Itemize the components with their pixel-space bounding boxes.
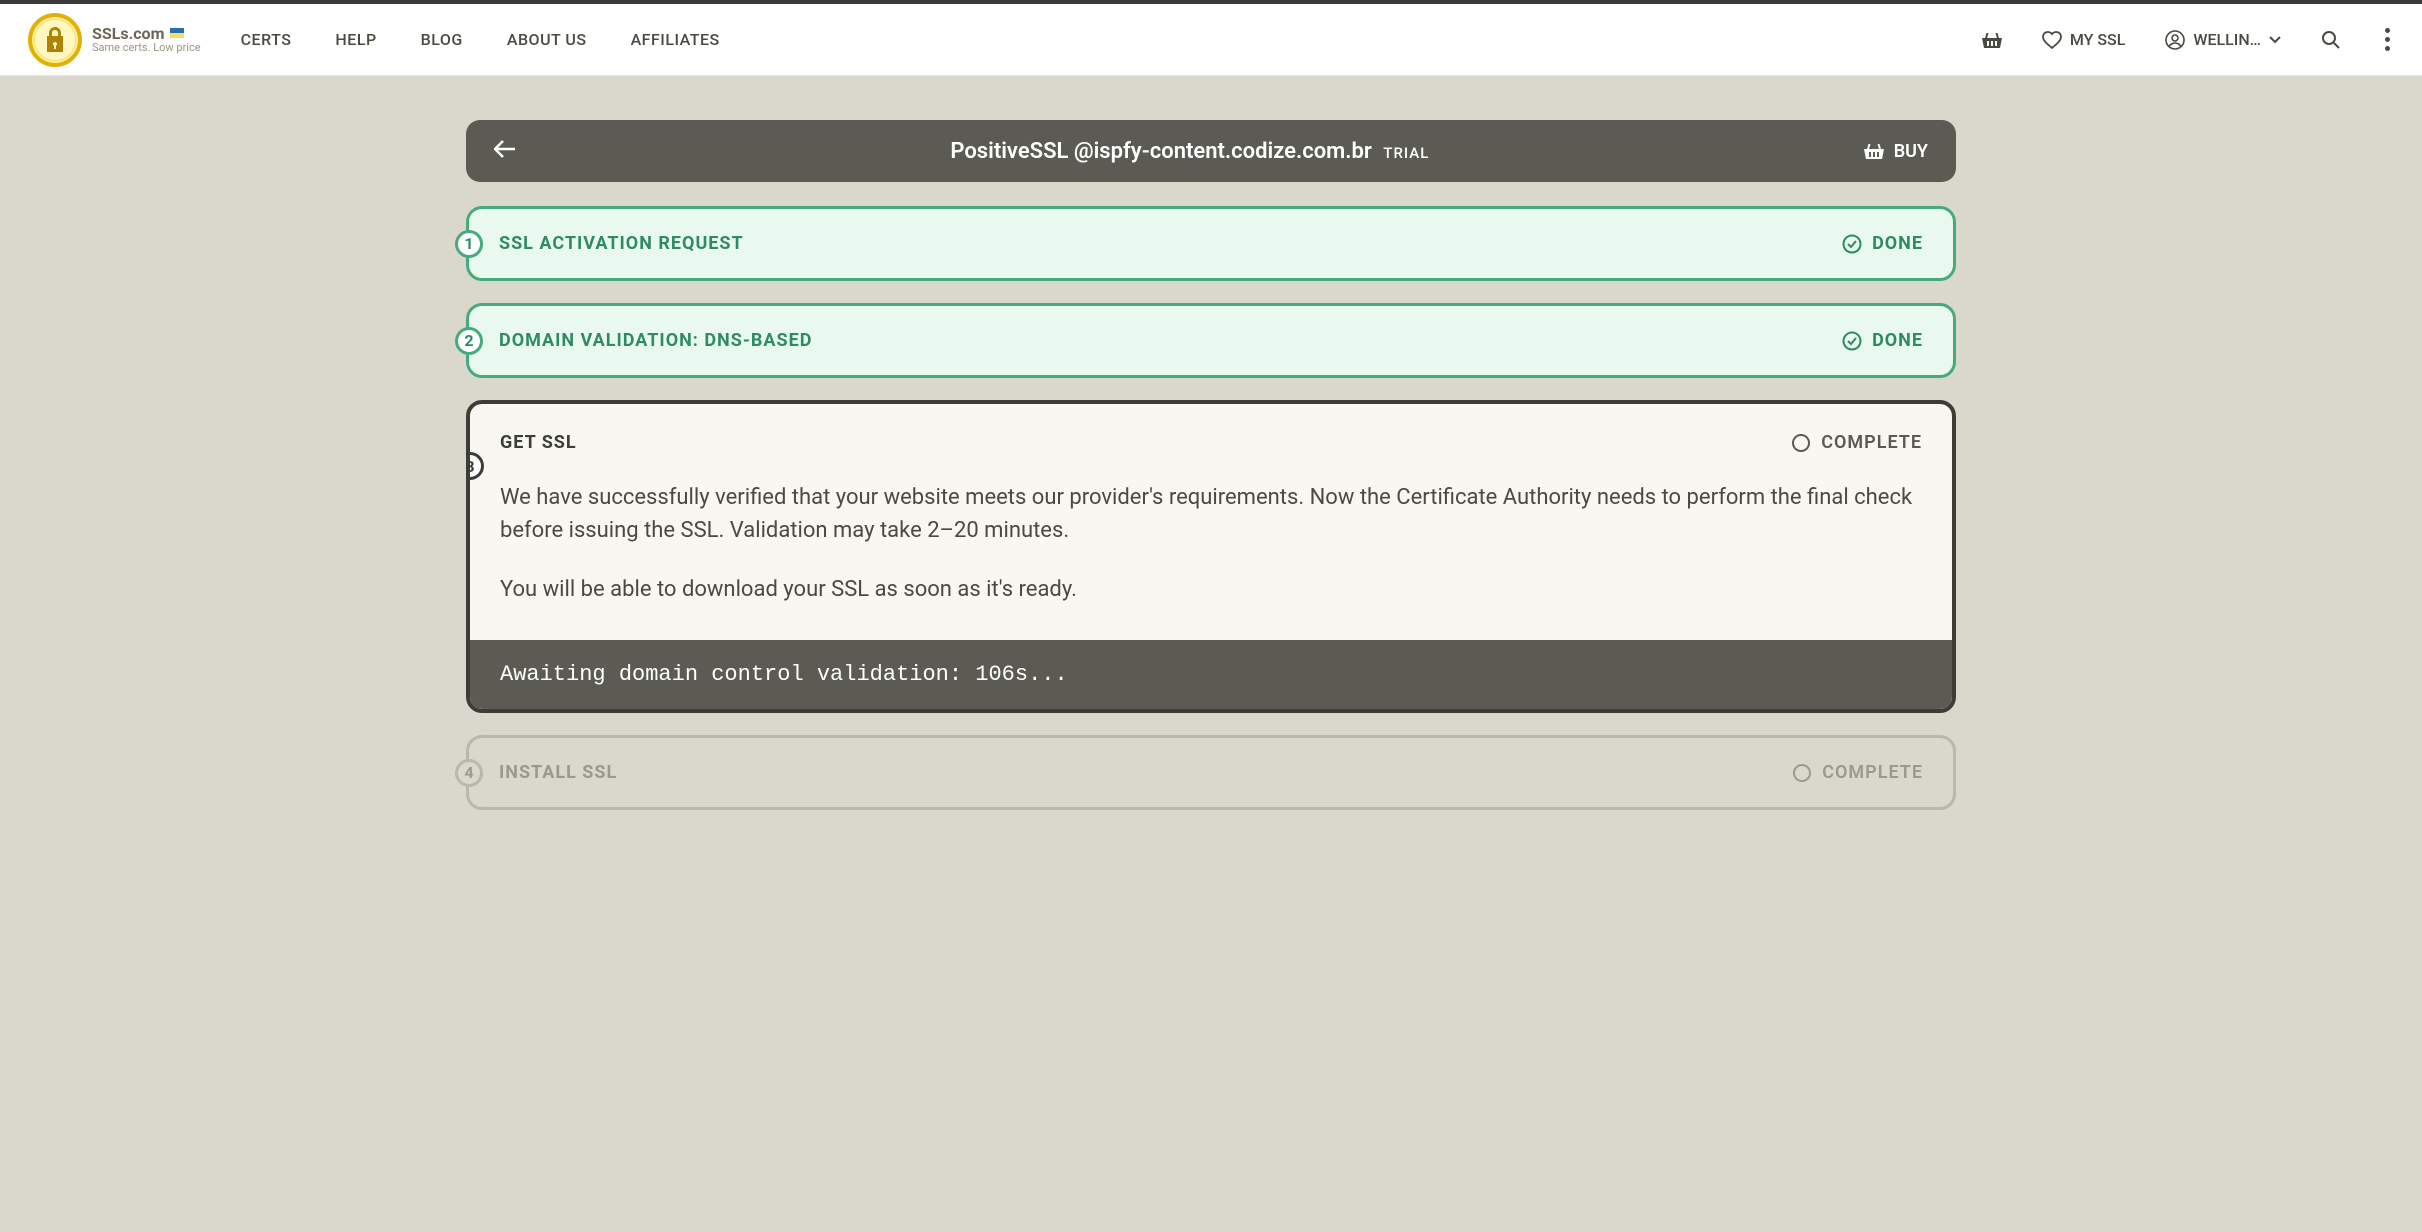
step-status: COMPLETE	[1791, 432, 1922, 453]
nav-help[interactable]: HELP	[335, 30, 376, 49]
ukraine-flag-icon	[170, 28, 184, 38]
username-label: WELLIN…	[2193, 30, 2261, 49]
step-status: COMPLETE	[1792, 762, 1923, 783]
buy-label: BUY	[1894, 141, 1928, 162]
circle-icon	[1792, 763, 1812, 783]
title-product-domain: PositiveSSL @ispfy-content.codize.com.br	[950, 139, 1371, 164]
step-status: DONE	[1842, 330, 1923, 351]
user-menu[interactable]: WELLIN…	[2165, 30, 2281, 50]
logo[interactable]: SSLs.com Same certs. Low price	[28, 13, 201, 67]
arrow-left-icon	[494, 140, 516, 158]
search-icon	[2321, 30, 2341, 50]
more-menu[interactable]	[2381, 24, 2394, 55]
main-nav: CERTS HELP BLOG ABOUT US AFFILIATES	[241, 30, 720, 49]
step-number: 1	[455, 230, 483, 258]
trial-badge: TRIAL	[1383, 144, 1429, 162]
status-text: COMPLETE	[1822, 762, 1923, 783]
step-4: 4 INSTALL SSL COMPLETE	[466, 735, 1956, 810]
step-number: 2	[455, 327, 483, 355]
brand-title: SSLs.com	[92, 25, 164, 43]
nav-certs[interactable]: CERTS	[241, 30, 292, 49]
user-circle-icon	[2165, 30, 2185, 50]
brand-subtitle: Same certs. Low price	[92, 42, 201, 54]
lock-coin-icon	[28, 13, 82, 67]
kebab-icon	[2381, 24, 2394, 55]
step-1[interactable]: 1 SSL ACTIVATION REQUEST DONE	[466, 206, 1956, 281]
cart-button[interactable]	[1982, 31, 2002, 49]
circle-icon	[1791, 433, 1811, 453]
info-text-2: You will be able to download your SSL as…	[500, 573, 1922, 606]
myssl-link[interactable]: MY SSL	[2042, 30, 2126, 49]
basket-icon	[1864, 142, 1884, 160]
search-button[interactable]	[2321, 30, 2341, 50]
validation-status: Awaiting domain control validation: 106s…	[470, 640, 1952, 709]
main-header: SSLs.com Same certs. Low price CERTS HEL…	[0, 4, 2422, 76]
info-text-1: We have successfully verified that your …	[500, 481, 1922, 547]
check-circle-icon	[1842, 331, 1862, 351]
check-circle-icon	[1842, 234, 1862, 254]
buy-button[interactable]: BUY	[1864, 141, 1928, 162]
status-text: COMPLETE	[1821, 432, 1922, 453]
step-3: 3 GET SSL COMPLETE We have successfully …	[466, 400, 1956, 713]
step-number: 4	[455, 759, 483, 787]
page-titlebar: PositiveSSL @ispfy-content.codize.com.br…	[466, 120, 1956, 182]
status-text: DONE	[1872, 330, 1923, 351]
step-body: We have successfully verified that your …	[470, 453, 1952, 640]
step-label: DOMAIN VALIDATION: DNS-BASED	[499, 330, 812, 351]
step-label: GET SSL	[500, 432, 577, 453]
myssl-label: MY SSL	[2070, 30, 2126, 49]
step-status: DONE	[1842, 233, 1923, 254]
nav-blog[interactable]: BLOG	[421, 30, 463, 49]
chevron-down-icon	[2269, 36, 2281, 44]
nav-affiliates[interactable]: AFFILIATES	[631, 30, 720, 49]
nav-about[interactable]: ABOUT US	[507, 30, 587, 49]
page-title: PositiveSSL @ispfy-content.codize.com.br…	[516, 139, 1864, 164]
heart-icon	[2042, 31, 2062, 49]
status-text: DONE	[1872, 233, 1923, 254]
basket-icon	[1982, 31, 2002, 49]
step-label: SSL ACTIVATION REQUEST	[499, 233, 744, 254]
step-label: INSTALL SSL	[499, 762, 617, 783]
back-button[interactable]	[494, 140, 516, 162]
step-2[interactable]: 2 DOMAIN VALIDATION: DNS-BASED DONE	[466, 303, 1956, 378]
